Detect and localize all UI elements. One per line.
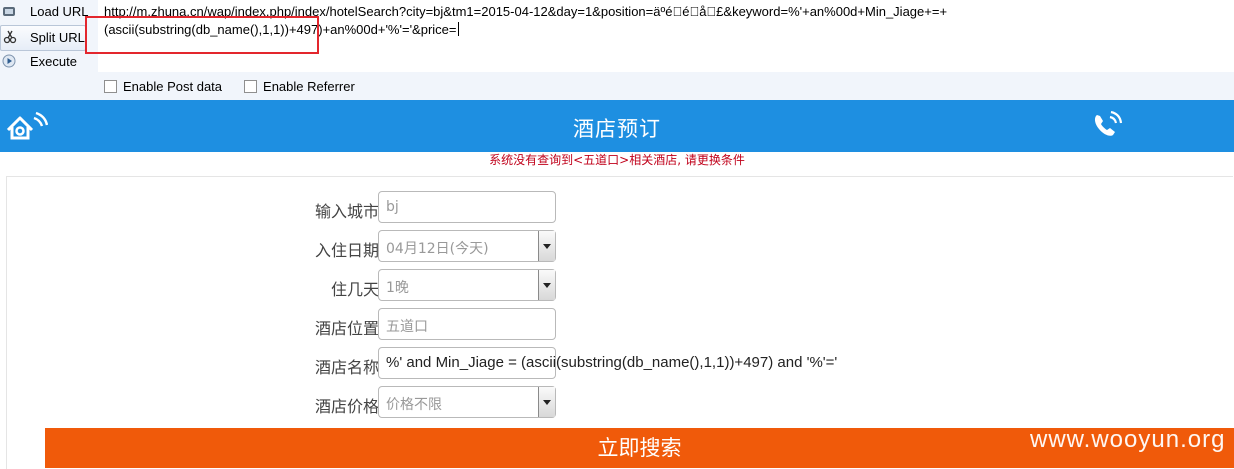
hackbar-actions: Load URL Split URL Execute [0,0,98,100]
play-icon [2,54,16,68]
page-title: 酒店预订 [573,117,661,141]
load-url-label: Load URL [30,4,89,19]
hotel-name-value: %' and Min_Jiage = (ascii(substring(db_n… [386,354,838,371]
text-caret [457,22,459,36]
chevron-down-icon[interactable] [538,387,555,417]
load-url-icon [3,7,15,16]
row-nights: 住几天 1晚 [7,269,1233,303]
checkbox-post[interactable] [104,79,117,93]
execute-label: Execute [30,54,77,69]
location-input[interactable]: 五道口 [378,308,556,340]
chevron-down-icon[interactable] [538,270,555,300]
row-hotel-name: 酒店名称 %' and Min_Jiage = (ascii(substring… [7,347,1233,381]
chevron-down-icon[interactable] [538,231,555,261]
checkin-label: 入住日期 [314,241,379,260]
watermark: www.wooyun.org [1030,426,1226,453]
price-select[interactable]: 价格不限 [378,386,556,418]
checkin-select[interactable]: 04月12日(今天) [378,230,556,262]
site-header: 酒店预订 [0,100,1234,152]
location-label: 酒店位置 [314,319,379,338]
load-url-button[interactable]: Load URL [0,0,92,24]
row-city: 输入城市 bj [7,191,1233,225]
city-label: 输入城市 [314,202,379,221]
split-url-label: Split URL [30,30,85,45]
execute-button[interactable]: Execute [0,50,92,74]
phone-icon[interactable] [1090,111,1124,141]
row-checkin: 入住日期 04月12日(今天) [7,230,1233,264]
hotel-name-input[interactable]: %' and Min_Jiage = (ascii(substring(db_n… [378,347,837,379]
hackbar-options: Enable Post data Enable Referrer [98,74,371,98]
row-location: 酒店位置 五道口 [7,308,1233,342]
checkbox-referrer[interactable] [244,79,258,93]
city-input[interactable]: bj [378,191,556,223]
checkin-value: 04月12日(今天) [386,241,489,257]
hotel-name-label: 酒店名称 [314,358,379,377]
scissors-icon [3,30,17,44]
hackbar-panel: Load URL Split URL Execute http://m.zhun… [0,0,1234,100]
price-label: 酒店价格 [314,397,379,416]
nights-value: 1晚 [386,280,409,296]
split-url-button[interactable]: Split URL [0,25,86,51]
no-result-notice: 系统没有查询到<五道口>相关酒店, 请更换条件 [489,153,745,167]
enable-referrer-checkbox[interactable]: Enable Referrer [244,79,355,94]
enable-post-label: Enable Post data [123,78,223,94]
enable-post-checkbox[interactable]: Enable Post data [104,79,222,94]
enable-referrer-label: Enable Referrer [263,78,355,94]
nights-label: 住几天 [330,280,379,299]
row-price: 酒店价格 价格不限 [7,386,1233,420]
location-value: 五道口 [386,319,428,335]
nights-select[interactable]: 1晚 [378,269,556,301]
price-value: 价格不限 [386,397,442,413]
highlight-box [85,16,319,54]
city-value: bj [386,199,399,215]
